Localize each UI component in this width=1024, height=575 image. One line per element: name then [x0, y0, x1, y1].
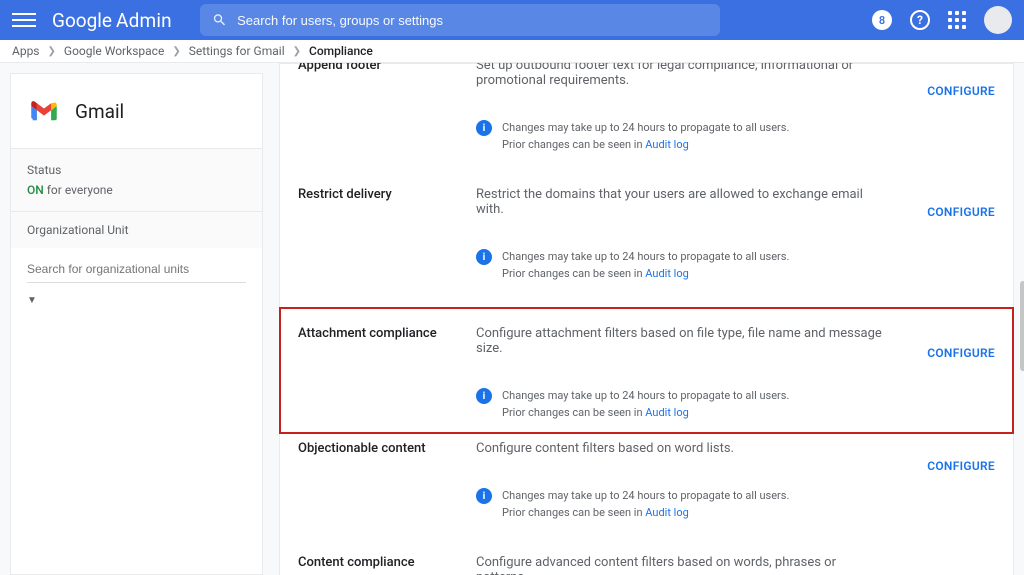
status-value: ON for everyone — [27, 183, 246, 197]
avatar[interactable] — [984, 6, 1012, 34]
setting-body-col: Restrict the domains that your users are… — [476, 179, 995, 308]
configure-button[interactable]: CONFIGURE — [927, 84, 995, 98]
search-input[interactable] — [237, 13, 708, 28]
sidebar-header: Gmail — [11, 74, 262, 148]
setting-row: Append footer Set up outbound footer tex… — [280, 64, 1013, 179]
configure-button[interactable]: CONFIGURE — [927, 205, 995, 219]
search-box[interactable] — [200, 4, 720, 36]
setting-title: Objectionable content — [298, 433, 466, 456]
chevron-right-icon: ❯ — [293, 46, 301, 57]
configure-button[interactable]: CONFIGURE — [927, 346, 995, 360]
org-unit-search-input[interactable] — [27, 256, 246, 283]
breadcrumb-item[interactable]: Settings for Gmail — [189, 44, 285, 58]
breadcrumb: Apps ❯ Google Workspace ❯ Settings for G… — [0, 40, 1024, 63]
info-note: i Changes may take up to 24 hours to pro… — [476, 488, 995, 521]
info-note: i Changes may take up to 24 hours to pro… — [476, 249, 995, 282]
brand-google: Google — [52, 9, 112, 32]
info-icon: i — [476, 388, 492, 404]
note-text: Changes may take up to 24 hours to propa… — [502, 388, 789, 421]
setting-title: Attachment compliance — [298, 318, 466, 341]
setting-title-col: Content compliance — [298, 547, 476, 575]
info-icon: i — [476, 120, 492, 136]
breadcrumb-item[interactable]: Google Workspace — [64, 44, 164, 58]
help-icon[interactable]: ? — [910, 10, 930, 30]
setting-title-col: Restrict delivery — [298, 179, 476, 308]
setting-title-col: Attachment compliance — [298, 318, 476, 429]
brand[interactable]: Google Admin — [52, 9, 172, 32]
note-text: Changes may take up to 24 hours to propa… — [502, 488, 789, 521]
sidebar: Gmail Status ON for everyone Organizatio… — [10, 73, 263, 575]
setting-title-col: Objectionable content — [298, 433, 476, 547]
chevron-down-icon[interactable]: ▼ — [11, 289, 262, 312]
audit-log-link[interactable]: Audit log — [645, 406, 689, 419]
menu-icon[interactable] — [12, 13, 36, 27]
bar-right: 8 ? — [872, 6, 1012, 34]
note-text: Changes may take up to 24 hours to propa… — [502, 249, 789, 282]
audit-log-link[interactable]: Audit log — [645, 138, 689, 151]
notification-badge[interactable]: 8 — [872, 10, 892, 30]
breadcrumb-item[interactable]: Apps — [12, 44, 40, 58]
info-note: i Changes may take up to 24 hours to pro… — [476, 120, 995, 153]
setting-description: Configure content filters based on word … — [476, 433, 995, 456]
setting-row: Attachment compliance Configure attachme… — [280, 308, 1013, 433]
setting-body-col: Set up outbound footer text for legal co… — [476, 64, 995, 179]
breadcrumb-current: Compliance — [309, 44, 373, 58]
top-bar: Google Admin 8 ? — [0, 0, 1024, 40]
page-body: Gmail Status ON for everyone Organizatio… — [0, 63, 1024, 575]
info-icon: i — [476, 488, 492, 504]
setting-body-col: Configure advanced content filters based… — [476, 547, 995, 575]
scrollbar-thumb[interactable] — [1020, 281, 1024, 371]
setting-row: Content compliance Configure advanced co… — [280, 547, 1013, 575]
setting-description: Set up outbound footer text for legal co… — [476, 63, 995, 88]
note-text: Changes may take up to 24 hours to propa… — [502, 120, 789, 153]
audit-log-link[interactable]: Audit log — [645, 506, 689, 519]
setting-title: Restrict delivery — [298, 179, 466, 202]
setting-body-col: Configure attachment filters based on fi… — [476, 318, 995, 429]
apps-icon[interactable] — [948, 11, 966, 29]
settings-panel: Append footer Set up outbound footer tex… — [279, 63, 1014, 575]
brand-admin: Admin — [116, 9, 172, 32]
gmail-icon — [27, 94, 61, 128]
setting-row: Objectionable content Configure content … — [280, 433, 1013, 547]
setting-title: Content compliance — [298, 547, 466, 570]
setting-title-col: Append footer — [298, 64, 476, 179]
configure-button[interactable]: CONFIGURE — [927, 459, 995, 473]
org-unit-search — [11, 248, 262, 289]
setting-description: Configure advanced content filters based… — [476, 547, 995, 575]
setting-body-col: Configure content filters based on word … — [476, 433, 995, 547]
search-icon — [212, 12, 227, 28]
chevron-right-icon: ❯ — [48, 46, 56, 57]
setting-description: Configure attachment filters based on fi… — [476, 318, 995, 356]
setting-title: Append footer — [298, 63, 466, 73]
status-label: Status — [27, 163, 246, 177]
status-section: Status ON for everyone — [11, 148, 262, 211]
sidebar-title: Gmail — [75, 100, 124, 123]
setting-row: Restrict delivery Restrict the domains t… — [280, 179, 1013, 308]
audit-log-link[interactable]: Audit log — [645, 267, 689, 280]
info-note: i Changes may take up to 24 hours to pro… — [476, 388, 995, 421]
org-unit-label: Organizational Unit — [11, 211, 262, 248]
setting-description: Restrict the domains that your users are… — [476, 179, 995, 217]
chevron-right-icon: ❯ — [172, 46, 180, 57]
main-content: Append footer Set up outbound footer tex… — [263, 63, 1024, 575]
info-icon: i — [476, 249, 492, 265]
